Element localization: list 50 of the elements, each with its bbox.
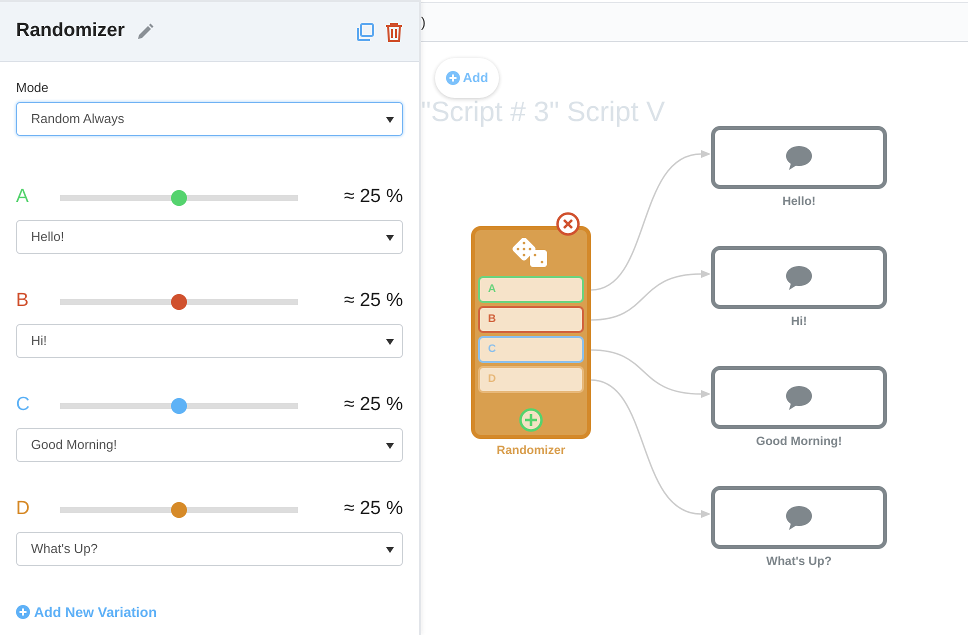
caret-icon — [386, 338, 394, 344]
node-label: Hello! — [782, 193, 816, 210]
top-bar-text: ) — [421, 13, 426, 32]
add-button[interactable]: Add — [435, 58, 499, 98]
output-row[interactable]: C — [478, 336, 584, 363]
add-output-icon[interactable] — [519, 408, 543, 432]
slider-thumb[interactable] — [171, 294, 187, 310]
caret-icon — [386, 442, 394, 448]
slider-thumb[interactable] — [171, 502, 187, 518]
message-select[interactable]: What's Up? — [16, 532, 403, 566]
trash-icon[interactable] — [385, 22, 403, 42]
node-label: Hi! — [791, 313, 807, 330]
node-label: Randomizer — [496, 442, 566, 459]
message-node[interactable] — [711, 366, 887, 429]
variation-letter: C — [16, 393, 31, 418]
node-label: Good Morning! — [756, 433, 842, 450]
output-row[interactable]: B — [478, 306, 584, 333]
plus-circle-icon — [16, 605, 30, 619]
panel-title: Randomizer — [16, 19, 125, 44]
mode-select[interactable]: Random Always — [16, 102, 403, 136]
message-node[interactable] — [711, 246, 887, 309]
add-variation-link[interactable]: Add New Variation — [16, 602, 157, 622]
speech-bubble-icon — [785, 504, 813, 530]
mode-label: Mode — [16, 79, 50, 97]
plus-circle-icon — [446, 71, 460, 85]
copy-icon[interactable] — [355, 22, 375, 42]
percent-text: ≈ 25 % — [344, 497, 403, 522]
variation-letter: B — [16, 289, 30, 314]
variation-letter: A — [16, 185, 30, 210]
percent-text: ≈ 25 % — [344, 289, 403, 314]
message-select[interactable]: Hi! — [16, 324, 403, 358]
randomizer-node[interactable]: A B C D — [471, 226, 591, 439]
variation-letter: D — [16, 497, 31, 522]
message-node[interactable] — [711, 126, 887, 189]
slider-thumb[interactable] — [171, 398, 187, 414]
slider-thumb[interactable] — [171, 190, 187, 206]
speech-bubble-icon — [785, 264, 813, 290]
speech-bubble-icon — [785, 144, 813, 170]
speech-bubble-icon — [785, 384, 813, 410]
node-label: What's Up? — [766, 553, 832, 570]
message-node[interactable] — [711, 486, 887, 549]
percent-text: ≈ 25 % — [344, 185, 403, 210]
output-row[interactable]: A — [478, 276, 584, 303]
close-icon[interactable] — [556, 212, 580, 236]
message-select[interactable]: Hello! — [16, 220, 403, 254]
message-select[interactable]: Good Morning! — [16, 428, 403, 462]
caret-icon — [386, 116, 394, 122]
caret-icon — [386, 546, 394, 552]
percent-text: ≈ 25 % — [344, 393, 403, 418]
caret-icon — [386, 234, 394, 240]
